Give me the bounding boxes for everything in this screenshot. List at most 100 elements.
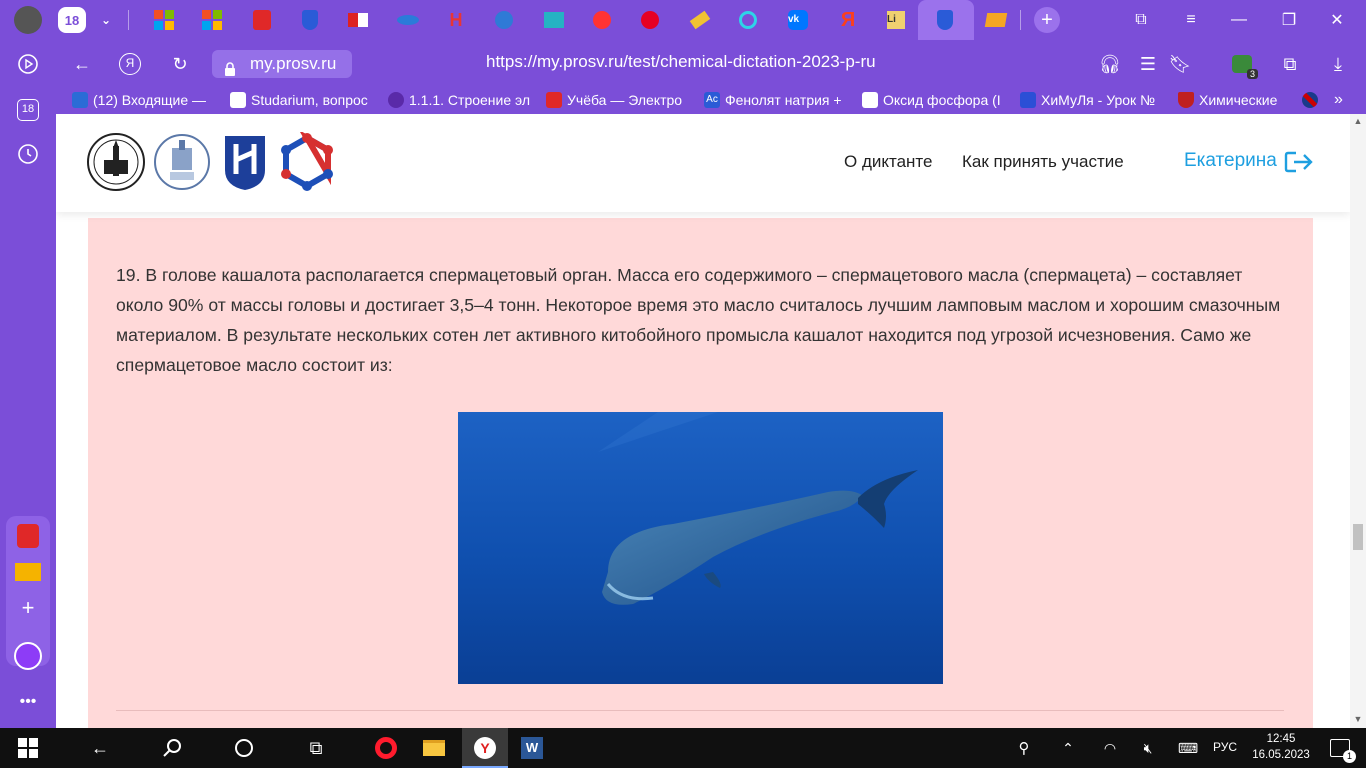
chemistry-faculty-logo[interactable] xyxy=(152,132,212,192)
task-view-icon[interactable]: ⧉ xyxy=(300,732,332,764)
tab-video[interactable] xyxy=(588,7,616,33)
search-icon[interactable] xyxy=(156,732,188,764)
collections-icon[interactable]: ⧉ xyxy=(1278,52,1302,76)
tab-bird[interactable] xyxy=(394,7,422,33)
chevron-down-icon[interactable]: ⌄ xyxy=(92,7,120,33)
tab-book[interactable] xyxy=(540,7,568,33)
tabs-overview-icon[interactable]: ⧉ xyxy=(1126,8,1156,32)
studarium-icon xyxy=(230,92,246,108)
tab-prosv[interactable] xyxy=(296,7,324,33)
reader-mode-icon[interactable]: ☰ xyxy=(1136,52,1160,76)
counter-icon[interactable]: 18 xyxy=(12,94,44,126)
history-clock-icon[interactable] xyxy=(12,138,44,170)
close-icon[interactable]: ✕ xyxy=(1322,8,1352,32)
bookmark-item[interactable]: Химические xyxy=(1178,90,1298,110)
msu-logo[interactable] xyxy=(86,132,146,192)
notification-center-icon[interactable]: 1 xyxy=(1324,732,1356,764)
extension-icon[interactable]: 3 xyxy=(1230,52,1258,79)
site-domain-pill[interactable]: my.prosv.ru xyxy=(212,50,352,78)
yandex-home-icon[interactable]: Я xyxy=(118,52,142,76)
add-panel-icon[interactable]: + xyxy=(12,592,44,624)
site-header: О диктанте Как принять участие Екатерина xyxy=(56,114,1350,212)
domain-text: my.prosv.ru xyxy=(250,54,337,73)
tab-n[interactable]: H xyxy=(442,7,470,33)
bookmark-item[interactable]: Учёба — Электро xyxy=(546,90,690,110)
clock-date: 16.05.2023 xyxy=(1252,749,1310,761)
tab-pinterest[interactable] xyxy=(636,7,664,33)
bookmark-item[interactable]: Studarium, вопрос xyxy=(230,90,374,110)
tab-microsoft-2[interactable] xyxy=(198,7,226,33)
scroll-up-arrow-icon[interactable]: ▲ xyxy=(1353,116,1363,126)
bookmarks-overflow-icon[interactable]: » xyxy=(1334,90,1354,110)
alice-assistant-icon[interactable] xyxy=(12,640,44,672)
extension-badge: 3 xyxy=(1246,69,1258,79)
opera-icon[interactable] xyxy=(370,732,402,764)
profile-avatar[interactable] xyxy=(14,6,42,34)
word-icon[interactable]: W xyxy=(516,732,548,764)
nav-how-to-participate[interactable]: Как принять участие xyxy=(962,152,1124,172)
wifi-icon[interactable]: ◠ xyxy=(1094,732,1126,764)
keyboard-icon[interactable]: ⌨ xyxy=(1172,732,1204,764)
url-field[interactable]: https://my.prosv.ru/test/chemical-dictat… xyxy=(486,52,876,72)
tab-notes[interactable] xyxy=(248,7,276,33)
menu-icon[interactable]: ≡ xyxy=(1176,8,1206,32)
speaker-muted-icon[interactable]: 🔇︎ xyxy=(1132,732,1164,764)
prosv-logo[interactable] xyxy=(222,132,268,192)
bookmark-item[interactable]: Ac Фенолят натрия + xyxy=(704,90,848,110)
tab-mail[interactable] xyxy=(982,7,1010,33)
clock-time: 12:45 xyxy=(1266,733,1296,745)
mail-icon[interactable] xyxy=(12,556,44,588)
tab-microsoft[interactable] xyxy=(150,7,178,33)
minimize-icon[interactable]: — xyxy=(1224,8,1254,32)
headphones-icon[interactable]: 🎧︎ xyxy=(1098,52,1122,76)
taskbar-active-app[interactable]: Y xyxy=(462,728,508,768)
mail-icon xyxy=(984,13,1008,27)
tab-li[interactable]: Li xyxy=(882,7,910,33)
tab-telescope[interactable] xyxy=(686,7,714,33)
tab-active-prosv[interactable] xyxy=(918,0,974,40)
nav-about-dictation[interactable]: О диктанте xyxy=(844,152,932,172)
people-icon[interactable]: ⚲ xyxy=(1008,732,1040,764)
user-name-link[interactable]: Екатерина xyxy=(1184,150,1277,172)
bookmark-icon[interactable]: 🔖︎ xyxy=(1168,52,1192,76)
play-circle-icon[interactable] xyxy=(12,48,44,80)
windows-start-icon[interactable] xyxy=(12,732,44,764)
dictation-logo[interactable] xyxy=(278,129,336,192)
bookmark-item[interactable]: (12) Входящие — xyxy=(72,90,216,110)
yandex-icon: Я xyxy=(840,8,856,31)
cortana-circle-icon[interactable] xyxy=(228,732,260,764)
more-icon[interactable]: ••• xyxy=(12,686,44,718)
logout-icon[interactable] xyxy=(1284,150,1314,174)
tab-flag[interactable] xyxy=(344,7,372,33)
li-icon: Li xyxy=(887,11,905,29)
back-arrow-icon[interactable]: ← xyxy=(84,732,116,764)
back-arrow-icon[interactable]: ← xyxy=(70,52,94,76)
input-language[interactable]: РУС xyxy=(1213,740,1237,754)
bookmark-item[interactable]: ХиМуЛя - Урок № xyxy=(1020,90,1164,110)
page-scrollbar[interactable]: ▲ ▼ xyxy=(1350,114,1366,728)
tab-yandex[interactable]: Я xyxy=(834,7,862,33)
tab-vk[interactable]: vk xyxy=(784,7,812,33)
tab-reload-app[interactable] xyxy=(734,7,762,33)
bookmark-item[interactable]: Оксид фосфора (I xyxy=(862,90,1010,110)
bookmark-uk-flag[interactable] xyxy=(1302,90,1322,110)
scroll-down-arrow-icon[interactable]: ▼ xyxy=(1353,714,1363,724)
notes-icon[interactable] xyxy=(12,520,44,552)
download-icon[interactable]: ⤓ xyxy=(1326,52,1350,76)
maximize-icon[interactable]: ❐ xyxy=(1274,8,1304,32)
tray-chevron-up-icon[interactable]: ⌃ xyxy=(1052,732,1084,764)
tab-lion[interactable] xyxy=(490,7,518,33)
shield-icon xyxy=(937,10,953,30)
notes-icon xyxy=(253,10,271,30)
file-explorer-icon[interactable] xyxy=(418,732,450,764)
reload-icon[interactable]: ↻ xyxy=(168,52,192,76)
tab-counter-badge[interactable]: 18 xyxy=(58,7,86,33)
scroll-thumb[interactable] xyxy=(1353,524,1363,550)
new-tab-button[interactable]: + xyxy=(1034,7,1060,33)
notification-badge: 1 xyxy=(1343,750,1356,763)
flask-icon xyxy=(1178,92,1194,108)
bookmark-item[interactable]: 1.1.1. Строение эл xyxy=(388,90,532,110)
system-clock[interactable]: 12:45 16.05.2023 xyxy=(1250,731,1312,763)
address-bar: ← Я ↻ my.prosv.ru https://my.prosv.ru/te… xyxy=(56,40,1366,86)
book-icon xyxy=(544,12,564,28)
